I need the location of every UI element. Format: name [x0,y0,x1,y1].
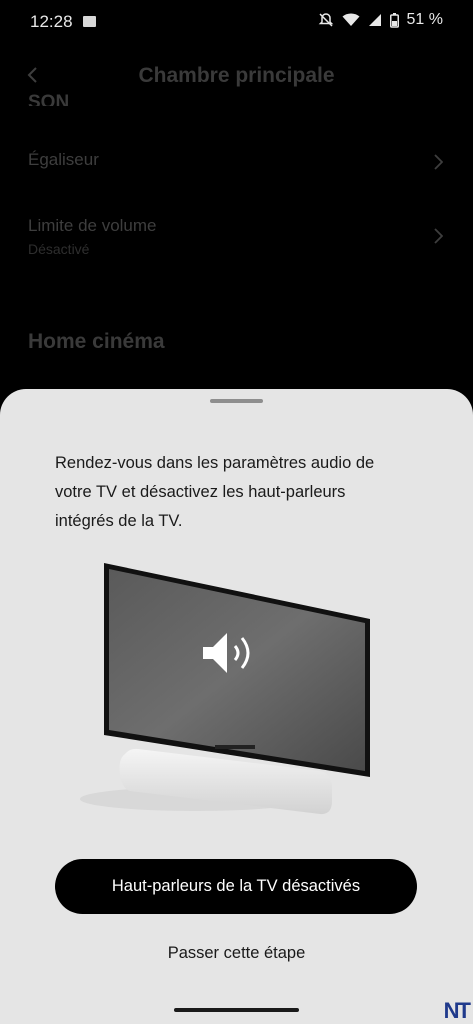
wifi-icon [342,13,360,27]
mute-bell-icon [318,12,334,28]
page-title: Chambre principale [138,64,335,87]
section-header-home-cinema: Home cinéma [28,330,165,353]
status-bar: 12:28 51 % [0,0,473,44]
section-header-son: SON [28,92,70,106]
gesture-nav-bar[interactable] [174,1008,299,1012]
notification-icon [83,16,96,27]
battery-icon [389,12,399,28]
bottom-sheet: Rendez-vous dans les paramètres audio de… [0,389,473,1024]
tv-soundbar-illustration [70,549,410,839]
settings-row-volume-limit[interactable]: Limite de volume Désactivé [28,216,444,257]
row-label: Égaliseur [28,150,99,169]
instruction-text: Rendez-vous dans les paramètres audio de… [55,454,375,530]
tv-speakers-disabled-button[interactable]: Haut-parleurs de la TV désactivés [55,859,417,914]
watermark-logo: NT [443,998,471,1023]
skip-step-link[interactable]: Passer cette étape [0,944,473,963]
battery-percent: 51 % [406,11,443,28]
row-label: Limite de volume [28,216,157,235]
signal-icon [368,13,382,27]
chevron-right-icon [433,154,444,175]
settings-row-equalizer[interactable]: Égaliseur [28,150,444,170]
row-value: Désactivé [28,241,90,257]
sheet-drag-handle[interactable] [210,399,263,403]
chevron-right-icon [433,228,444,249]
status-time: 12:28 [30,12,73,31]
